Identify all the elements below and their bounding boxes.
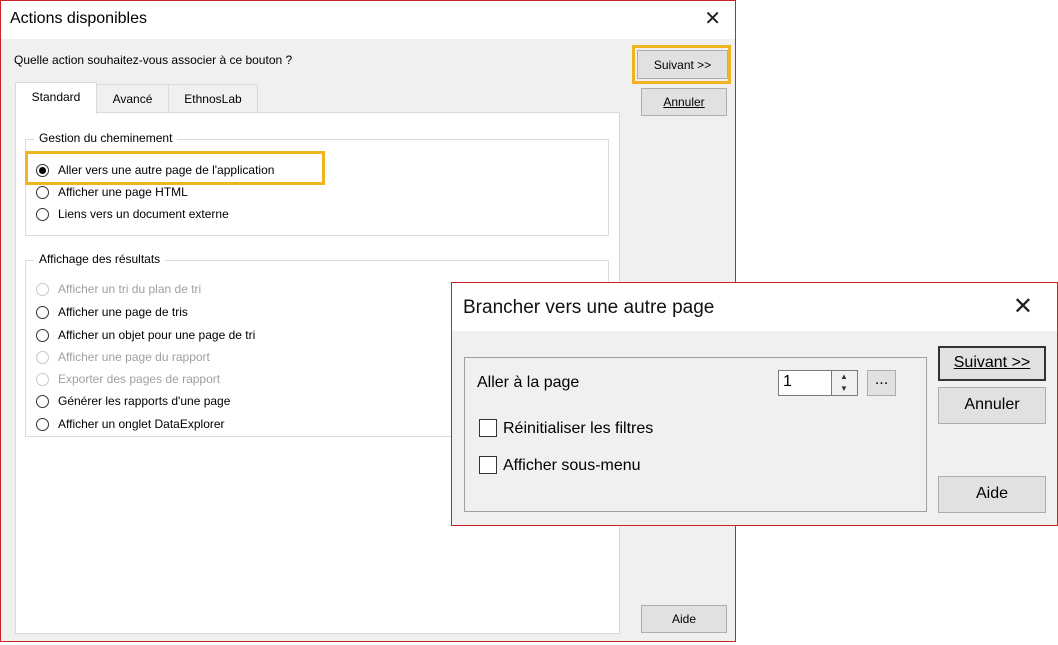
radio-label: Afficher un objet pour une page de tri	[58, 328, 256, 342]
radio-label: Afficher une page HTML	[58, 185, 188, 199]
radio-label: Exporter des pages de rapport	[58, 372, 221, 386]
radio-row-goto-page[interactable]: Aller vers une autre page de l'applicati…	[36, 161, 274, 179]
radio-label: Afficher une page du rapport	[58, 350, 210, 364]
radio-button	[36, 350, 49, 364]
radio-label: Afficher un onglet DataExplorer	[58, 417, 225, 431]
group-results-label: Affichage des résultats	[34, 252, 166, 266]
tab-avance[interactable]: Avancé	[96, 84, 169, 112]
radio-label: Aller vers une autre page de l'applicati…	[58, 163, 275, 177]
page-spinner[interactable]: ▲ ▼	[832, 370, 858, 396]
actions-dialog-titlebar: Actions disponibles ✕	[1, 1, 735, 39]
radio-label: Afficher une page de tris	[58, 305, 188, 319]
radio-button[interactable]	[36, 185, 49, 199]
radio-row-sort-page[interactable]: Afficher une page de tris	[36, 303, 188, 321]
question-label: Quelle action souhaitez-vous associer à …	[14, 53, 293, 67]
radio-row-dataexplorer[interactable]: Afficher un onglet DataExplorer	[36, 415, 225, 433]
radio-row-generate-reports[interactable]: Générer les rapports d'une page	[36, 392, 230, 410]
branch-dialog-title: Brancher vers une autre page	[463, 297, 715, 318]
cancel-button[interactable]: Annuler	[938, 387, 1046, 424]
next-button[interactable]: Suivant >>	[637, 50, 728, 79]
radio-button[interactable]	[36, 207, 49, 221]
reset-filters-checkbox[interactable]	[479, 419, 497, 437]
cancel-button[interactable]: Annuler	[641, 88, 727, 116]
radio-label: Liens vers un document externe	[58, 207, 229, 221]
radio-button	[36, 282, 49, 296]
group-navigation-label: Gestion du cheminement	[34, 131, 178, 145]
tab-ethnoslab[interactable]: EthnosLab	[168, 84, 258, 112]
radio-button[interactable]	[36, 417, 49, 431]
radio-label: Générer les rapports d'une page	[58, 394, 231, 408]
help-button[interactable]: Aide	[641, 605, 727, 633]
next-button[interactable]: Suivant >>	[938, 346, 1046, 381]
radio-label: Afficher un tri du plan de tri	[58, 282, 202, 296]
page-number-input[interactable]: 1	[778, 370, 832, 396]
radio-button[interactable]	[36, 163, 49, 177]
show-submenu-label: Afficher sous-menu	[503, 457, 641, 474]
radio-row-external-doc[interactable]: Liens vers un document externe	[36, 205, 229, 223]
radio-button[interactable]	[36, 394, 49, 408]
group-navigation: Gestion du cheminement Aller vers une au…	[25, 131, 609, 236]
radio-row-report-page: Afficher une page du rapport	[36, 348, 210, 366]
reset-filters-label: Réinitialiser les filtres	[503, 420, 654, 437]
radio-button[interactable]	[36, 305, 49, 319]
tab-standard[interactable]: Standard	[15, 82, 97, 114]
radio-row-html-page[interactable]: Afficher une page HTML	[36, 183, 188, 201]
radio-button	[36, 372, 49, 386]
browse-pages-button[interactable]: ...	[867, 370, 896, 396]
close-icon[interactable]: ✕	[1013, 293, 1033, 321]
radio-row-sort-plan: Afficher un tri du plan de tri	[36, 280, 201, 298]
actions-dialog-title: Actions disponibles	[10, 10, 147, 27]
branch-dialog: Brancher vers une autre page ✕ Aller à l…	[451, 282, 1058, 526]
help-button[interactable]: Aide	[938, 476, 1046, 513]
radio-row-export-report: Exporter des pages de rapport	[36, 370, 220, 388]
radio-button[interactable]	[36, 328, 49, 342]
goto-page-label: Aller à la page	[477, 374, 580, 391]
spinner-up-icon[interactable]: ▲	[832, 371, 856, 383]
radio-row-sort-object[interactable]: Afficher un objet pour une page de tri	[36, 326, 255, 344]
spinner-down-icon[interactable]: ▼	[832, 383, 856, 395]
close-icon[interactable]: ✕	[704, 7, 721, 31]
branch-dialog-titlebar: Brancher vers une autre page ✕	[452, 283, 1057, 331]
show-submenu-checkbox[interactable]	[479, 456, 497, 474]
